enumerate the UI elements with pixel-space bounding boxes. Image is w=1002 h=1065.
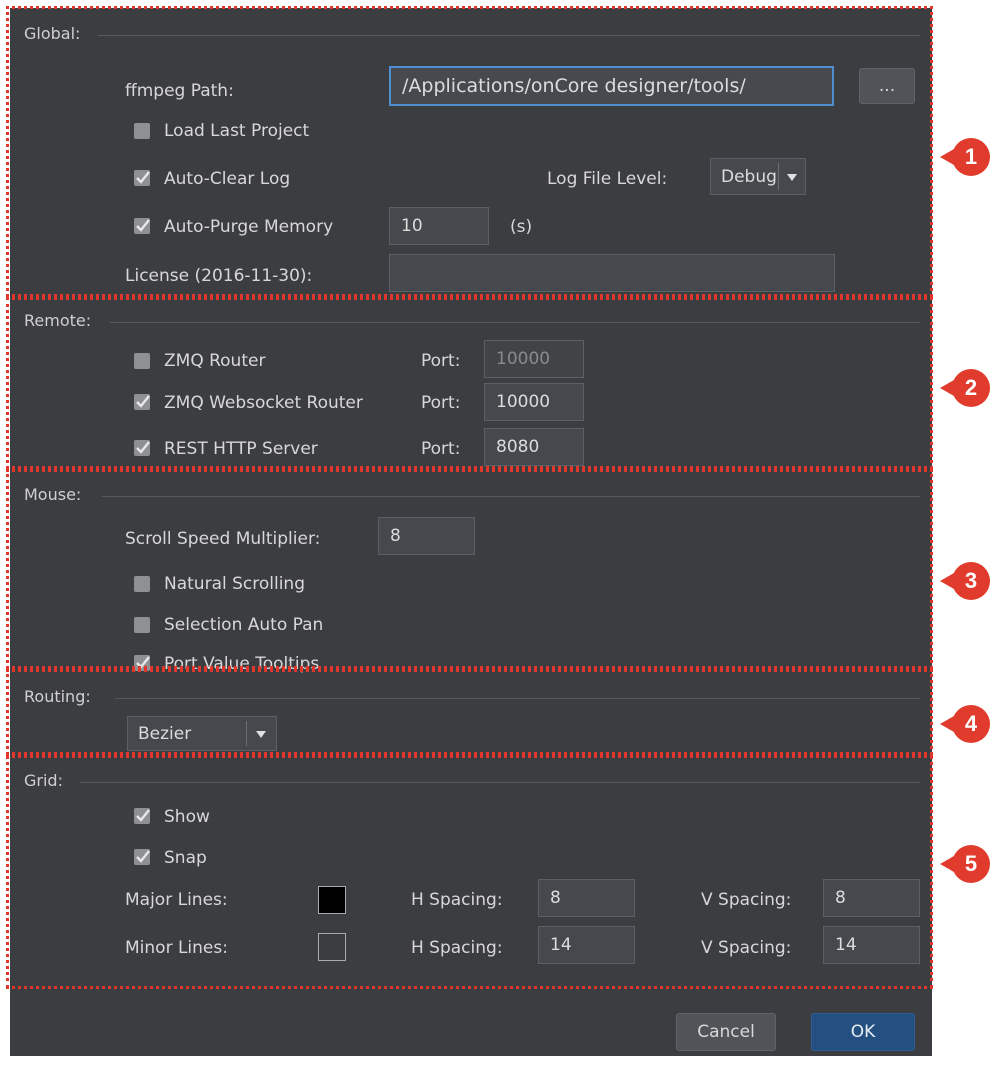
ok-button[interactable]: OK: [811, 1013, 915, 1051]
cancel-button[interactable]: Cancel: [676, 1013, 776, 1051]
annotation-box-grid: [6, 755, 933, 989]
annotation-box-mouse: [6, 469, 933, 669]
annotation-box-global: [6, 6, 933, 297]
callout-marker-5: 5: [940, 845, 990, 883]
annotation-box-routing: [6, 669, 933, 755]
callout-marker-4: 4: [940, 705, 990, 743]
annotation-box-remote: [6, 297, 933, 469]
callout-marker-2: 2: [940, 369, 990, 407]
callout-marker-1: 1: [940, 138, 990, 176]
callout-marker-3: 3: [940, 562, 990, 600]
